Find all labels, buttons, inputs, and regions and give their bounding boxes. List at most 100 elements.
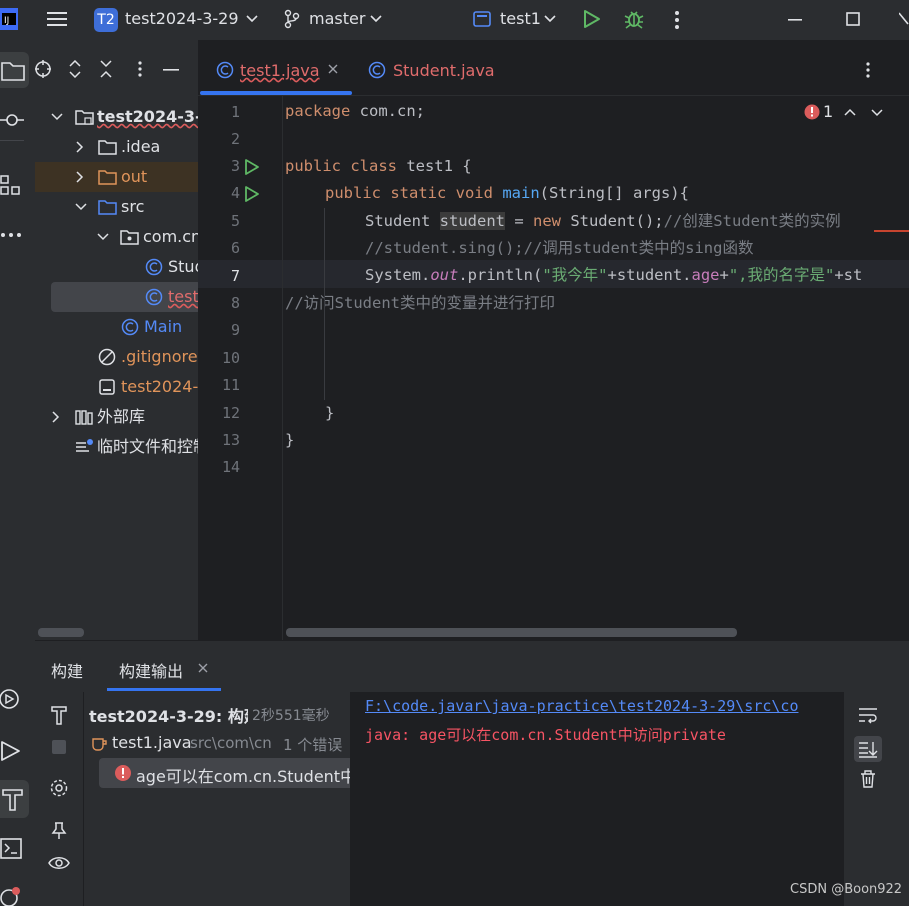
tab-test1-java[interactable]: test1.java — [198, 40, 353, 95]
run-class-icon[interactable] — [244, 158, 260, 176]
expand-all-icon[interactable] — [68, 60, 82, 78]
run-main-icon[interactable] — [244, 185, 260, 203]
chevron-down-icon[interactable] — [246, 14, 258, 24]
editor-horizontal-scrollbar[interactable] — [286, 628, 737, 637]
build-tree: test2024-3-29: 构建 2秒551毫秒 test1.java src… — [89, 692, 350, 906]
folder-icon — [98, 140, 117, 155]
error-count[interactable]: 1 — [823, 102, 833, 121]
tree-item-label: src — [121, 197, 145, 216]
line-number: 10 — [221, 349, 240, 367]
tree-item-idea[interactable]: .idea — [35, 132, 198, 162]
problems-icon[interactable] — [0, 886, 24, 906]
tree-item-external-libs[interactable]: 外部库 — [35, 402, 198, 432]
project-name[interactable]: test2024-3-29 — [125, 9, 239, 28]
next-highlight-icon[interactable] — [871, 108, 883, 118]
class-icon — [216, 61, 234, 79]
more-tools-icon[interactable] — [0, 232, 22, 238]
project-tool-button[interactable] — [0, 52, 29, 88]
code-line-5: Student student = new Student();//创建Stud… — [365, 212, 841, 230]
tree-item-label: Main — [144, 317, 183, 336]
tab-options-icon[interactable] — [865, 62, 871, 78]
run-config-icon[interactable] — [473, 11, 491, 27]
tree-item-scratches[interactable]: 临时文件和控制 — [35, 432, 198, 462]
tree-item-src[interactable]: src — [35, 192, 198, 222]
hide-panel-icon[interactable] — [163, 69, 179, 71]
stop-icon[interactable] — [52, 740, 66, 754]
code-line-1: package com.cn; — [285, 102, 425, 120]
structure-icon[interactable] — [0, 174, 22, 196]
indent-guide — [324, 208, 325, 400]
code-line-4: public static void main(String[] args){ — [325, 184, 689, 202]
line-number: 11 — [221, 376, 240, 394]
tab-build-output[interactable]: 构建输出 — [119, 658, 183, 682]
tab-label: Student.java — [393, 61, 495, 80]
chevron-down-icon[interactable] — [544, 14, 556, 24]
more-icon[interactable] — [674, 10, 680, 30]
java-file-icon — [92, 738, 107, 751]
services-icon[interactable] — [0, 687, 24, 711]
collapse-all-icon[interactable] — [99, 60, 113, 78]
tree-item-student-class[interactable]: Stud — [35, 252, 198, 282]
build-error-item[interactable]: age可以在com.cn.Student中访问private — [99, 758, 350, 788]
tree-item-iml[interactable]: test2024- — [35, 372, 198, 402]
build-tree-root[interactable]: test2024-3-29: 构建 — [89, 703, 260, 727]
tree-item-package[interactable]: com.cn — [35, 222, 198, 252]
settings-gear-icon[interactable] — [49, 778, 69, 798]
tab-build[interactable]: 构建 — [51, 658, 83, 682]
locate-icon[interactable] — [35, 60, 53, 78]
class-icon — [145, 288, 163, 306]
line-number: 6 — [230, 239, 240, 257]
editor-tab-bar: test1.java Student.java — [198, 40, 909, 96]
maximize-icon[interactable] — [846, 12, 860, 26]
terminal-icon[interactable] — [0, 838, 24, 860]
run-tool-icon[interactable] — [0, 740, 22, 762]
left-tool-strip — [0, 40, 35, 906]
git-branch-icon[interactable] — [284, 9, 300, 29]
run-config-name[interactable]: test1 — [500, 9, 541, 28]
tree-item-out[interactable]: out — [35, 162, 198, 192]
run-icon[interactable] — [583, 9, 601, 29]
horizontal-scrollbar[interactable] — [38, 628, 84, 637]
ignore-file-icon — [98, 348, 116, 366]
line-number: 2 — [230, 130, 240, 148]
code-editor[interactable]: 1 2 3 4 5 6 7 8 9 10 11 12 13 14 1 packa… — [198, 96, 909, 640]
build-tool-button[interactable] — [0, 780, 29, 818]
previous-highlight-icon[interactable] — [844, 108, 856, 118]
pin-icon[interactable] — [51, 822, 67, 840]
tree-item-label: Stud — [168, 257, 198, 276]
trash-icon[interactable] — [860, 770, 876, 788]
error-file-link[interactable]: F:\code.javar\java-practice\test2024-3-2… — [365, 697, 798, 715]
main-menu-icon[interactable] — [46, 9, 68, 29]
project-badge[interactable]: T2 — [94, 8, 118, 32]
module-folder-icon — [75, 110, 94, 125]
line-number: 1 — [230, 103, 240, 121]
tree-item-label: test — [168, 287, 198, 306]
build-hammer-icon[interactable] — [50, 705, 68, 725]
active-tab-indicator — [200, 91, 352, 95]
chevron-down-icon[interactable] — [370, 14, 382, 24]
options-icon[interactable] — [137, 61, 143, 77]
app-logo[interactable]: IJ — [0, 8, 18, 30]
tree-item-gitignore[interactable]: .gitignore — [35, 342, 198, 372]
debug-icon[interactable] — [623, 8, 645, 30]
tree-item-main-class[interactable]: Main — [35, 312, 198, 342]
close-tab-icon[interactable] — [198, 663, 208, 673]
close-window-icon[interactable] — [899, 12, 909, 26]
source-folder-icon — [98, 200, 117, 215]
soft-wrap-icon[interactable] — [858, 706, 878, 724]
error-icon[interactable] — [804, 104, 820, 120]
class-icon — [368, 61, 386, 79]
tree-item-test1-class[interactable]: test — [35, 282, 198, 312]
tree-item-label: .gitignore — [121, 347, 198, 366]
scroll-to-end-button[interactable] — [854, 736, 882, 762]
error-icon — [115, 765, 131, 781]
branch-name[interactable]: master — [309, 9, 365, 28]
build-output-console[interactable]: F:\code.javar\java-practice\test2024-3-2… — [350, 692, 844, 906]
eye-icon[interactable] — [48, 855, 70, 871]
tab-label: test1.java — [240, 61, 320, 80]
commit-icon[interactable] — [0, 110, 26, 130]
code-line-8: //访问Student类中的变量并进行打印 — [285, 294, 555, 312]
tree-item-project-root[interactable]: test2024-3- — [35, 102, 198, 132]
minimize-icon[interactable] — [788, 19, 802, 21]
tab-student-java[interactable]: Student.java — [356, 40, 506, 95]
